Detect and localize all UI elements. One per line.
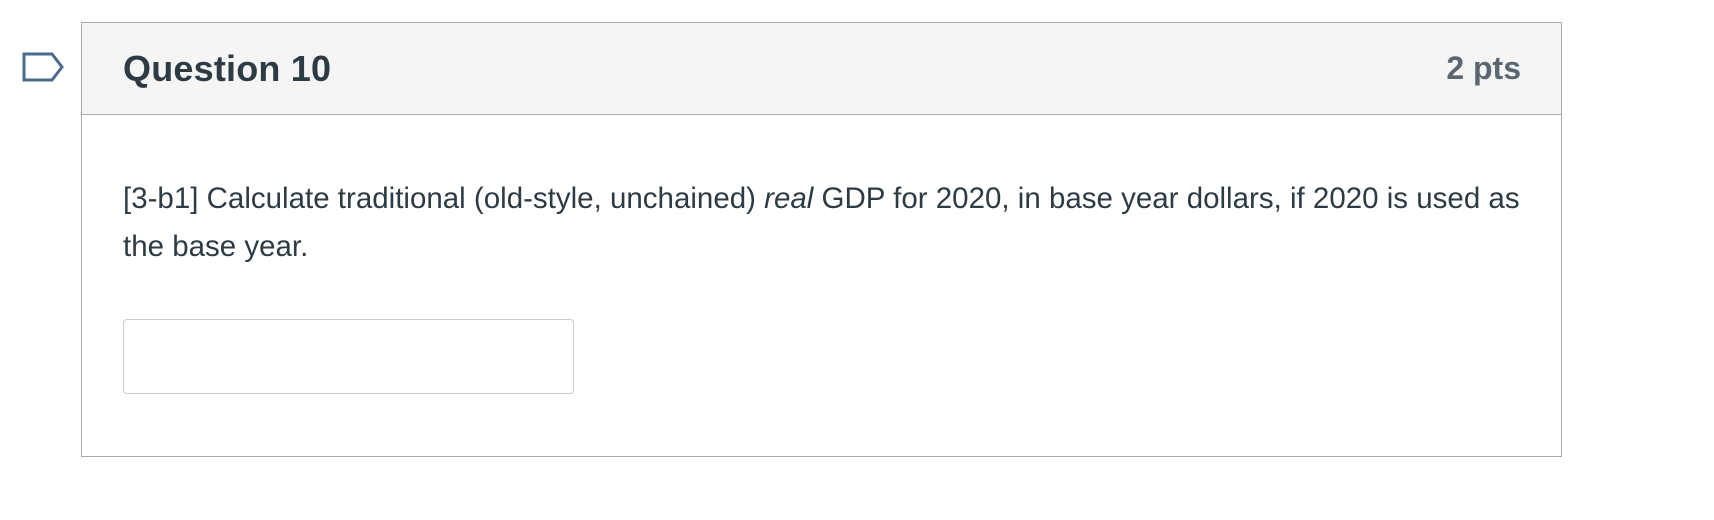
quiz-page: Question 10 2 pts [3-b1] Calculate tradi… — [0, 0, 1714, 520]
question-text-emphasis: real — [764, 182, 814, 215]
question-header: Question 10 2 pts — [82, 23, 1561, 115]
question-points: 2 pts — [1446, 50, 1521, 86]
bookmark-flag-icon — [22, 52, 64, 82]
question-text: [3-b1] Calculate traditional (old-style,… — [123, 175, 1521, 271]
answer-input[interactable] — [123, 319, 574, 394]
question-card: Question 10 2 pts [3-b1] Calculate tradi… — [81, 22, 1562, 457]
flag-question-icon[interactable] — [22, 52, 66, 82]
question-text-part-1: [3-b1] Calculate traditional (old-style,… — [123, 182, 765, 215]
question-body: [3-b1] Calculate traditional (old-style,… — [82, 115, 1561, 394]
question-title: Question 10 — [123, 47, 332, 89]
